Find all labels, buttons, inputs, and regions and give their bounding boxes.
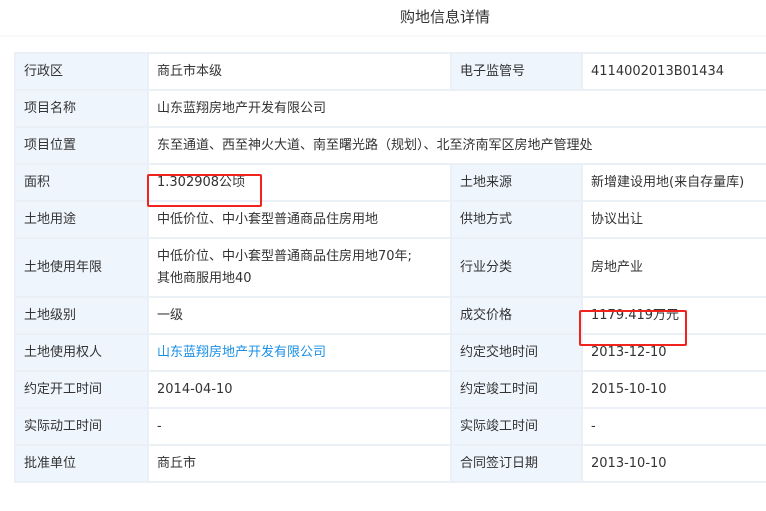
field-label: 供地方式 bbox=[450, 200, 583, 239]
field-label: 约定竣工时间 bbox=[450, 370, 583, 409]
field-value: 中低价位、中小套型普通商品住房用地70年; 其他商服用地40 bbox=[147, 237, 452, 298]
field-value: 房地产业 bbox=[581, 237, 766, 298]
page-title: 购地信息详情 bbox=[399, 8, 490, 26]
field-label: 项目位置 bbox=[14, 126, 149, 165]
table-row: 土地级别 一级 成交价格 1179.419万元 bbox=[14, 296, 766, 335]
field-value: 1.302908公顷 bbox=[147, 163, 452, 202]
field-value: 2015-10-10 bbox=[581, 370, 766, 409]
field-label: 行政区 bbox=[14, 52, 149, 91]
field-label: 成交价格 bbox=[450, 296, 583, 335]
table-row: 土地使用权人 山东蓝翔房地产开发有限公司 约定交地时间 2013-12-10 bbox=[14, 333, 766, 372]
field-value: 1179.419万元 bbox=[581, 296, 766, 335]
field-value: 2013-12-10 bbox=[581, 333, 766, 372]
field-label: 电子监管号 bbox=[450, 52, 583, 91]
land-info-table: 行政区 商丘市本级 电子监管号 4114002013B01434 项目名称 山东蓝翔房地产… bbox=[14, 52, 766, 483]
field-value: 2014-04-10 bbox=[147, 370, 452, 409]
field-value: 2013-10-10 bbox=[581, 444, 766, 483]
field-label: 土地来源 bbox=[450, 163, 583, 202]
table-row: 行政区 商丘市本级 电子监管号 4114002013B01434 bbox=[14, 52, 766, 91]
field-value-line: 其他商服用地40 bbox=[157, 270, 252, 286]
table-row: 项目位置 东至通道、西至神火大道、南至曙光路（规划）、北至济南军区房地产管理处 bbox=[14, 126, 766, 165]
field-value: 协议出让 bbox=[581, 200, 766, 239]
field-value: 东至通道、西至神火大道、南至曙光路（规划）、北至济南军区房地产管理处 bbox=[147, 126, 766, 165]
field-value: - bbox=[581, 407, 766, 446]
table-row: 约定开工时间 2014-04-10 约定竣工时间 2015-10-10 bbox=[14, 370, 766, 409]
field-label: 实际动工时间 bbox=[14, 407, 149, 446]
field-label: 面积 bbox=[14, 163, 149, 202]
field-label: 批准单位 bbox=[14, 444, 149, 483]
field-label: 项目名称 bbox=[14, 89, 149, 128]
table-row: 土地使用年限 中低价位、中小套型普通商品住房用地70年; 其他商服用地40 行业分类房… bbox=[14, 237, 766, 298]
table-row: 项目名称 山东蓝翔房地产开发有限公司 bbox=[14, 89, 766, 128]
field-label: 土地用途 bbox=[14, 200, 149, 239]
field-label: 土地级别 bbox=[14, 296, 149, 335]
field-value: 一级 bbox=[147, 296, 452, 335]
field-label: 土地使用年限 bbox=[14, 237, 149, 298]
table-row: 批准单位 商丘市 合同签订日期 2013-10-10 bbox=[14, 444, 766, 483]
field-value: 中低价位、中小套型普通商品住房用地 bbox=[147, 200, 452, 239]
land-owner-link[interactable]: 山东蓝翔房地产开发有限公司 bbox=[157, 345, 326, 360]
field-value: 商丘市 bbox=[147, 444, 452, 483]
field-value-line: 中低价位、中小套型普通商品住房用地70年; bbox=[157, 248, 412, 264]
field-label: 合同签订日期 bbox=[450, 444, 583, 483]
title-divider bbox=[0, 35, 766, 37]
field-value: 新增建设用地(来自存量库) bbox=[581, 163, 766, 202]
field-label: 土地使用权人 bbox=[14, 333, 149, 372]
table-row: 面积 1.302908公顷 土地来源 新增建设用地(来自存量库) bbox=[14, 163, 766, 202]
field-value: 商丘市本级 bbox=[147, 52, 452, 91]
field-value: 山东蓝翔房地产开发有限公司 bbox=[147, 333, 452, 372]
field-value: 4114002013B01434 bbox=[581, 52, 766, 91]
field-label: 约定开工时间 bbox=[14, 370, 149, 409]
field-value: 山东蓝翔房地产开发有限公司 bbox=[147, 89, 766, 128]
table-row: 实际动工时间 - 实际竣工时间 - bbox=[14, 407, 766, 446]
field-label: 约定交地时间 bbox=[450, 333, 583, 372]
field-label: 行业分类 bbox=[450, 237, 583, 298]
table-row: 土地用途 中低价位、中小套型普通商品住房用地 供地方式 协议出让 bbox=[14, 200, 766, 239]
field-value: - bbox=[147, 407, 452, 446]
field-label: 实际竣工时间 bbox=[450, 407, 583, 446]
